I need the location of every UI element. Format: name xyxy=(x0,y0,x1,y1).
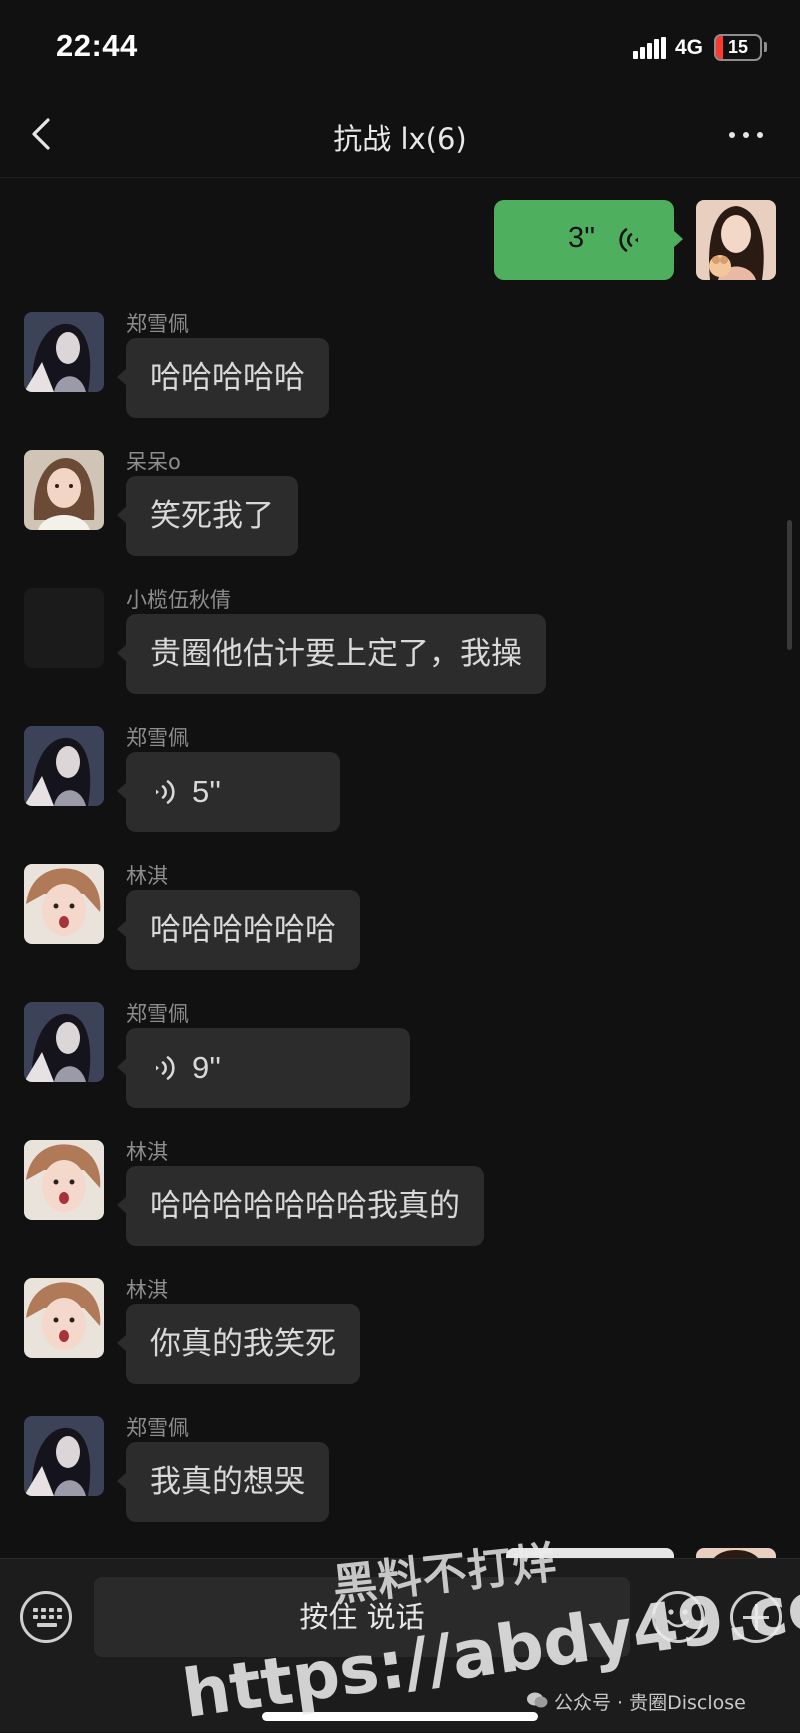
my-avatar[interactable] xyxy=(696,200,776,280)
emoji-button[interactable] xyxy=(652,1591,704,1643)
voice-wave-icon xyxy=(156,780,175,804)
sender-name: 林淇 xyxy=(126,1278,168,1302)
voice-duration: 3'' xyxy=(568,222,596,254)
text-message[interactable]: 你真的我笑死 xyxy=(117,1304,360,1384)
more-dots-icon xyxy=(729,132,735,138)
avatar-daidai[interactable] xyxy=(24,450,104,530)
text-message[interactable]: 哈哈哈哈哈 xyxy=(117,338,329,418)
avatar-xiaolan-wu-qiuqian[interactable] xyxy=(24,588,104,668)
message-list[interactable]: 3'' 郑雪佩 哈哈哈哈哈 呆呆o 笑死我了 小榄伍秋倩 贵圈他估计要上定了，我… xyxy=(0,178,800,1558)
avatar-lin-qi[interactable] xyxy=(24,864,104,944)
plus-button[interactable] xyxy=(730,1591,782,1643)
network-type: 4G xyxy=(675,36,704,59)
sender-name: 呆呆o xyxy=(126,450,181,474)
avatar-zheng-xuepei[interactable] xyxy=(24,1416,104,1496)
battery-level: 15 xyxy=(727,37,749,57)
scrollbar[interactable] xyxy=(787,520,792,650)
hold-to-talk-button[interactable]: 按住 说话 xyxy=(94,1577,630,1657)
my-voice-message[interactable]: 3'' xyxy=(494,200,683,280)
status-time: 22:44 xyxy=(56,28,138,63)
voice-wave-icon xyxy=(156,1056,175,1080)
battery-cap xyxy=(764,42,767,52)
voice-wave-icon xyxy=(619,228,638,252)
home-indicator xyxy=(262,1712,538,1721)
signal-icon xyxy=(633,37,667,59)
sender-name: 郑雪佩 xyxy=(126,726,189,750)
sender-name: 郑雪佩 xyxy=(126,1002,189,1026)
text-message[interactable]: 贵圈他估计要上定了，我操 xyxy=(117,614,546,694)
battery-icon: 15 xyxy=(714,34,762,61)
wechat-icon xyxy=(527,1692,548,1708)
sender-name: 郑雪佩 xyxy=(126,1416,189,1440)
avatar-lin-qi[interactable] xyxy=(24,1140,104,1220)
chat-title: 抗战 lx(6) xyxy=(333,122,467,156)
chat-header: 抗战 lx(6) xyxy=(0,92,800,178)
text-message[interactable]: 哈哈哈哈哈哈 xyxy=(117,890,360,970)
text-message[interactable]: 哈哈哈哈哈哈哈我真的 xyxy=(117,1166,484,1246)
sender-name: 小榄伍秋倩 xyxy=(126,588,231,612)
sender-name: 林淇 xyxy=(126,1140,168,1164)
sender-name: 郑雪佩 xyxy=(126,312,189,336)
avatar-zheng-xuepei[interactable] xyxy=(24,312,104,392)
avatar-lin-qi[interactable] xyxy=(24,1278,104,1358)
voice-duration: 9'' xyxy=(192,1050,222,1085)
voice-message[interactable]: 9'' xyxy=(117,1028,410,1108)
voice-duration: 5'' xyxy=(192,774,222,809)
avatar-zheng-xuepei[interactable] xyxy=(24,726,104,806)
sender-name: 林淇 xyxy=(126,864,168,888)
avatar-zheng-xuepei[interactable] xyxy=(24,1002,104,1082)
keyboard-button[interactable] xyxy=(20,1591,72,1643)
more-options-button[interactable] xyxy=(722,112,770,156)
watermark-source: 公众号 · 贵圈Disclose xyxy=(554,1692,746,1714)
text-message[interactable]: 我真的想哭 xyxy=(117,1442,329,1522)
status-bar: 22:44 4G 15 xyxy=(0,0,800,92)
text-message[interactable]: 笑死我了 xyxy=(117,476,298,556)
emoji-icon xyxy=(666,1609,690,1628)
voice-message[interactable]: 5'' xyxy=(117,752,340,832)
